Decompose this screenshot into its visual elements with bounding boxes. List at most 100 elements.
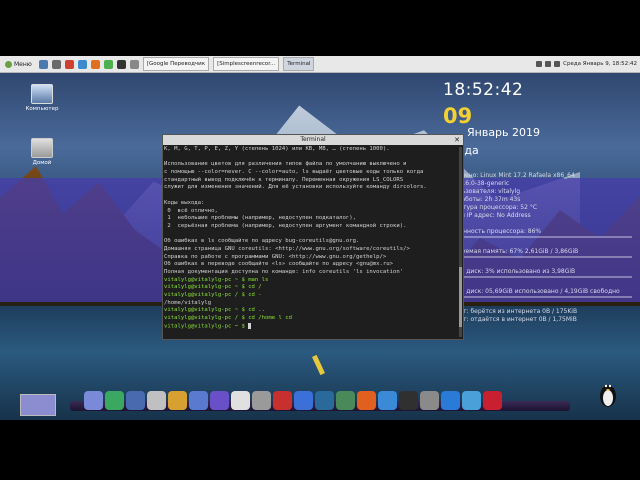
power-icon[interactable] (483, 391, 502, 410)
conky-line: Используемая память: 67% 2,61GiB / 3,86G… (436, 248, 579, 255)
terminal-scrollbar[interactable] (459, 147, 462, 337)
conky-line (436, 220, 640, 228)
cursor-icon[interactable] (210, 391, 229, 410)
disk-bar-2 (436, 296, 632, 298)
clock-time: 18:52:42 (443, 80, 524, 100)
settings-icon[interactable] (129, 59, 139, 69)
text-editor-icon[interactable] (168, 391, 187, 410)
conky-line (436, 300, 640, 308)
conky-line: Установлено: Linux Mint 17.2 Rafaela x86… (436, 172, 575, 179)
calculator-icon[interactable] (231, 391, 250, 410)
terminal-window[interactable]: Terminal ✕ K, M, G, T, P, E, Z, Y (степе… (162, 134, 464, 340)
conky-line: Внешний IP адрес: No Address (436, 212, 531, 219)
terminal-line: vitalylg@vitalylg-pc ~ $ cd / (164, 284, 262, 291)
photos-icon[interactable] (336, 391, 355, 410)
software-icon[interactable] (147, 391, 166, 410)
volume-tray-icon[interactable] (545, 61, 552, 67)
scrollbar-thumb[interactable] (459, 267, 462, 327)
terminal-line: Коды выхода: (164, 199, 205, 206)
conky-line (436, 240, 640, 248)
desktop-icon-computer[interactable]: Компьютер (17, 84, 67, 112)
terminal-icon[interactable] (116, 59, 126, 69)
clock-month-year: Январь 2019 (467, 126, 541, 139)
network-icon[interactable] (126, 391, 145, 410)
terminal-icon[interactable] (399, 391, 418, 410)
computer-icon (31, 84, 53, 104)
terminal-line: 2 серьёзная проблема (например, недоступ… (164, 222, 407, 229)
image-viewer-icon[interactable] (315, 391, 334, 410)
clock-day: 09 (443, 104, 473, 128)
desktop-icon-label: Домой (32, 160, 52, 166)
terminal-line: Домашняя страница GNU coreutils: <http:/… (164, 245, 410, 252)
task-label: [Simplescreenrecor... (217, 61, 276, 67)
network-tray-icon[interactable] (536, 61, 543, 67)
terminal-line: vitalylg@vitalylg-pc / $ cd - (164, 292, 262, 299)
show-desktop-icon[interactable] (38, 59, 48, 69)
media-icon[interactable] (64, 59, 74, 69)
terminal-line: стандартный вывод подключён к терминалу.… (164, 176, 404, 183)
tray-datetime[interactable]: Среда Январь 9, 18:52:42 (563, 61, 637, 67)
terminal-output[interactable]: K, M, G, T, P, E, Z, Y (степень 1024) ил… (163, 145, 463, 339)
workspace-switcher[interactable] (20, 394, 56, 416)
system-monitor-widget: Установлено: Linux Mint 17.2 Rafaela x86… (436, 172, 640, 346)
task-label: Terminal (287, 61, 311, 67)
conky-line: Интернет: отдаётся в интернет 0B / 1,75M… (436, 316, 577, 323)
conky-line (436, 260, 640, 268)
trash-icon[interactable] (420, 391, 439, 410)
music-player-icon[interactable] (294, 391, 313, 410)
menu-button[interactable]: Меню (2, 57, 35, 71)
terminal-line: Использование цветов для различения типо… (164, 161, 407, 168)
terminal-titlebar[interactable]: Terminal ✕ (163, 135, 463, 145)
terminal-title: Terminal (300, 136, 326, 143)
terminal-line: служит для изменения значений. Для её ус… (164, 184, 427, 191)
home-folder-icon (31, 138, 53, 158)
help-icon[interactable] (189, 391, 208, 410)
menu-label: Меню (14, 60, 32, 68)
conky-line: Температура процессора: 52 °C (436, 204, 538, 211)
screenshot-icon[interactable] (462, 391, 481, 410)
terminal-line: K, M, G, T, P, E, Z, Y (степень 1024) ил… (164, 146, 390, 152)
terminal-cursor (248, 322, 252, 329)
quick-launch (37, 57, 141, 71)
close-icon[interactable]: ✕ (454, 135, 460, 145)
conky-line: Имя пользователя: vitalylg (436, 188, 521, 195)
browser-icon[interactable] (77, 59, 87, 69)
download-icon[interactable] (441, 391, 460, 410)
conky-line (436, 280, 640, 288)
conky-line: Ядро: 3.16.0-38-generic (436, 180, 510, 187)
terminal-line: Об ошибках в ls сообщайте по адресу bug-… (164, 238, 360, 245)
clock-widget: 18:52:42 09 Январь 2019 Среда (443, 80, 540, 157)
menu-icon (5, 60, 12, 68)
keyboard-tray-icon[interactable] (554, 61, 561, 67)
chrome-icon[interactable] (103, 59, 113, 69)
desktop-icon-home[interactable]: Домой (17, 138, 67, 166)
terminal-line: Об ошибках в переводе сообщайте «ls» соо… (164, 261, 394, 268)
terminal-line: 1 небольшие проблемы (например, недоступ… (164, 215, 356, 222)
app-icon-1[interactable] (84, 391, 103, 410)
files-icon[interactable] (51, 59, 61, 69)
archive-icon[interactable] (252, 391, 271, 410)
terminal-line: vitalylg@vitalylg-pc ~ $ cd .. (164, 307, 266, 314)
refresh-icon[interactable] (105, 391, 124, 410)
taskbar-item-google-translate[interactable]: [Google Переводчик (142, 57, 210, 71)
terminal-line: с помощью --color=never. С --color=auto,… (164, 169, 424, 176)
taskbar-item-terminal[interactable]: Terminal (283, 57, 315, 71)
cpu-bar (436, 236, 632, 238)
terminal-line: /home/vitalylg (164, 299, 212, 306)
task-label: [Google Переводчик (146, 61, 206, 67)
firefox-icon[interactable] (357, 391, 376, 410)
conky-line: Время работы: 2h 37m 43s (436, 196, 521, 203)
terminal-line: 0 всё отлично, (164, 207, 218, 214)
conky-line: Жёсткий диск: 05,69GiB использовано / 4,… (436, 288, 620, 295)
conky-line: Жёсткий диск: 3% использовано из 3,98GiB (436, 268, 576, 275)
chrome-icon[interactable] (378, 391, 397, 410)
media-icon[interactable] (273, 391, 292, 410)
terminal-line: Полная документация доступна по команде:… (164, 269, 404, 275)
memory-bar (436, 256, 632, 258)
tux-icon (600, 384, 616, 407)
firefox-icon[interactable] (90, 59, 100, 69)
taskbar-item-screenrecorder[interactable]: [Simplescreenrecor... (213, 57, 280, 71)
